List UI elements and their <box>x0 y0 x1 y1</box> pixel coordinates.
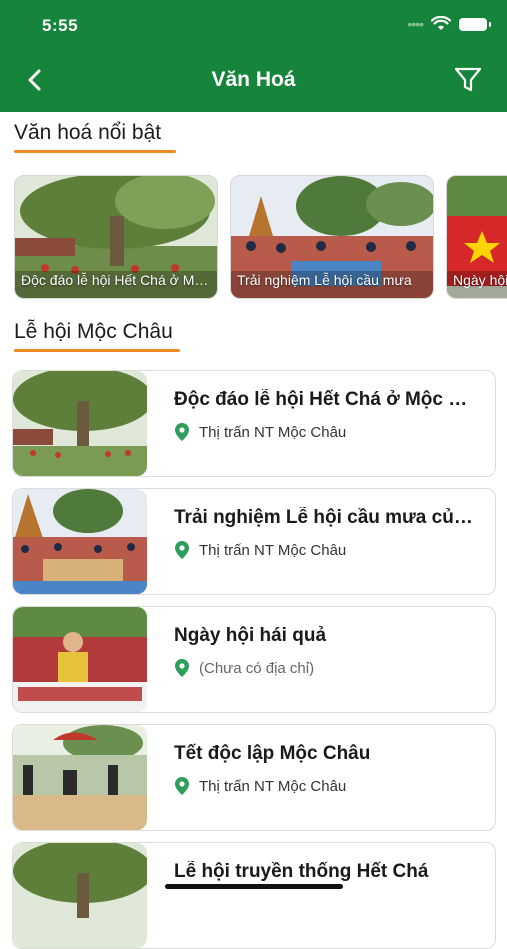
featured-caption: Độc đáo lễ hội Hết Chá ở Mộc Châu <box>21 272 211 288</box>
featured-carousel[interactable]: Độc đáo lễ hội Hết Chá ở Mộc Châu Trải n… <box>14 175 507 299</box>
featured-section-underline <box>14 150 176 153</box>
list-item-thumbnail <box>13 725 147 830</box>
featured-card[interactable]: Ngày hội hái quả <box>446 175 507 299</box>
list-item-location-text: (Chưa có địa chỉ) <box>199 659 315 677</box>
list-item-thumbnail <box>13 607 147 712</box>
status-time: 5:55 <box>42 16 79 35</box>
app-header: 5:55 •••• Văn Hoá <box>0 0 507 112</box>
list-item-title: Lễ hội truyền thống Hết Chá <box>174 861 429 882</box>
signal-icon: •••• <box>407 16 424 32</box>
list-item[interactable]: Trải nghiệm Lễ hội cầu mưa của người Môn… <box>12 488 496 595</box>
list-item[interactable]: Độc đáo lễ hội Hết Chá ở Mộc Châu Thị tr… <box>12 370 496 477</box>
list-item-thumbnail <box>13 843 147 948</box>
list-item-location: Thị trấn NT Mộc Châu <box>175 423 346 441</box>
list-item-thumbnail <box>13 371 147 476</box>
list-item-location-text: Thị trấn NT Mộc Châu <box>199 777 347 795</box>
list-item[interactable]: Ngày hội hái quả (Chưa có địa chỉ) <box>12 606 496 713</box>
featured-caption: Ngày hội hái quả <box>453 272 507 288</box>
page-title: Văn Hoá <box>211 68 296 91</box>
list-item-title: Trải nghiệm Lễ hội cầu mưa của người Môn… <box>174 507 474 528</box>
map-pin-icon <box>175 423 189 441</box>
featured-card[interactable]: Độc đáo lễ hội Hết Chá ở Mộc Châu <box>14 175 218 299</box>
home-indicator <box>165 884 343 889</box>
featured-section-title: Văn hoá nổi bật <box>14 121 162 144</box>
list-item-title: Tết độc lập Mộc Châu <box>174 743 371 764</box>
list-item-location-text: Thị trấn NT Mộc Châu <box>199 423 347 441</box>
list-item[interactable]: Tết độc lập Mộc Châu Thị trấn NT Mộc Châ… <box>12 724 496 831</box>
map-pin-icon <box>175 777 189 795</box>
list-section-underline <box>14 349 180 352</box>
battery-icon <box>459 17 491 31</box>
list-item-thumbnail <box>13 489 147 594</box>
list-item-location-text: Thị trấn NT Mộc Châu <box>199 541 347 559</box>
featured-card[interactable]: Trải nghiệm Lễ hội cầu mưa <box>230 175 434 299</box>
list-item[interactable]: Lễ hội truyền thống Hết Chá <box>12 842 496 949</box>
list-item-title: Ngày hội hái quả <box>174 625 327 646</box>
list-item-location: Thị trấn NT Mộc Châu <box>175 541 346 559</box>
featured-caption: Trải nghiệm Lễ hội cầu mưa <box>237 272 412 288</box>
filter-button[interactable] <box>451 64 485 96</box>
filter-icon <box>454 67 482 92</box>
list-item-location: (Chưa có địa chỉ) <box>175 659 314 677</box>
map-pin-icon <box>175 541 189 559</box>
wifi-icon <box>431 16 451 30</box>
map-pin-icon <box>175 659 189 677</box>
status-icons: •••• <box>407 16 491 32</box>
list-item-title: Độc đáo lễ hội Hết Chá ở Mộc Châu <box>174 389 474 410</box>
list-item-location: Thị trấn NT Mộc Châu <box>175 777 346 795</box>
list-section-title: Lễ hội Mộc Châu <box>14 320 173 343</box>
